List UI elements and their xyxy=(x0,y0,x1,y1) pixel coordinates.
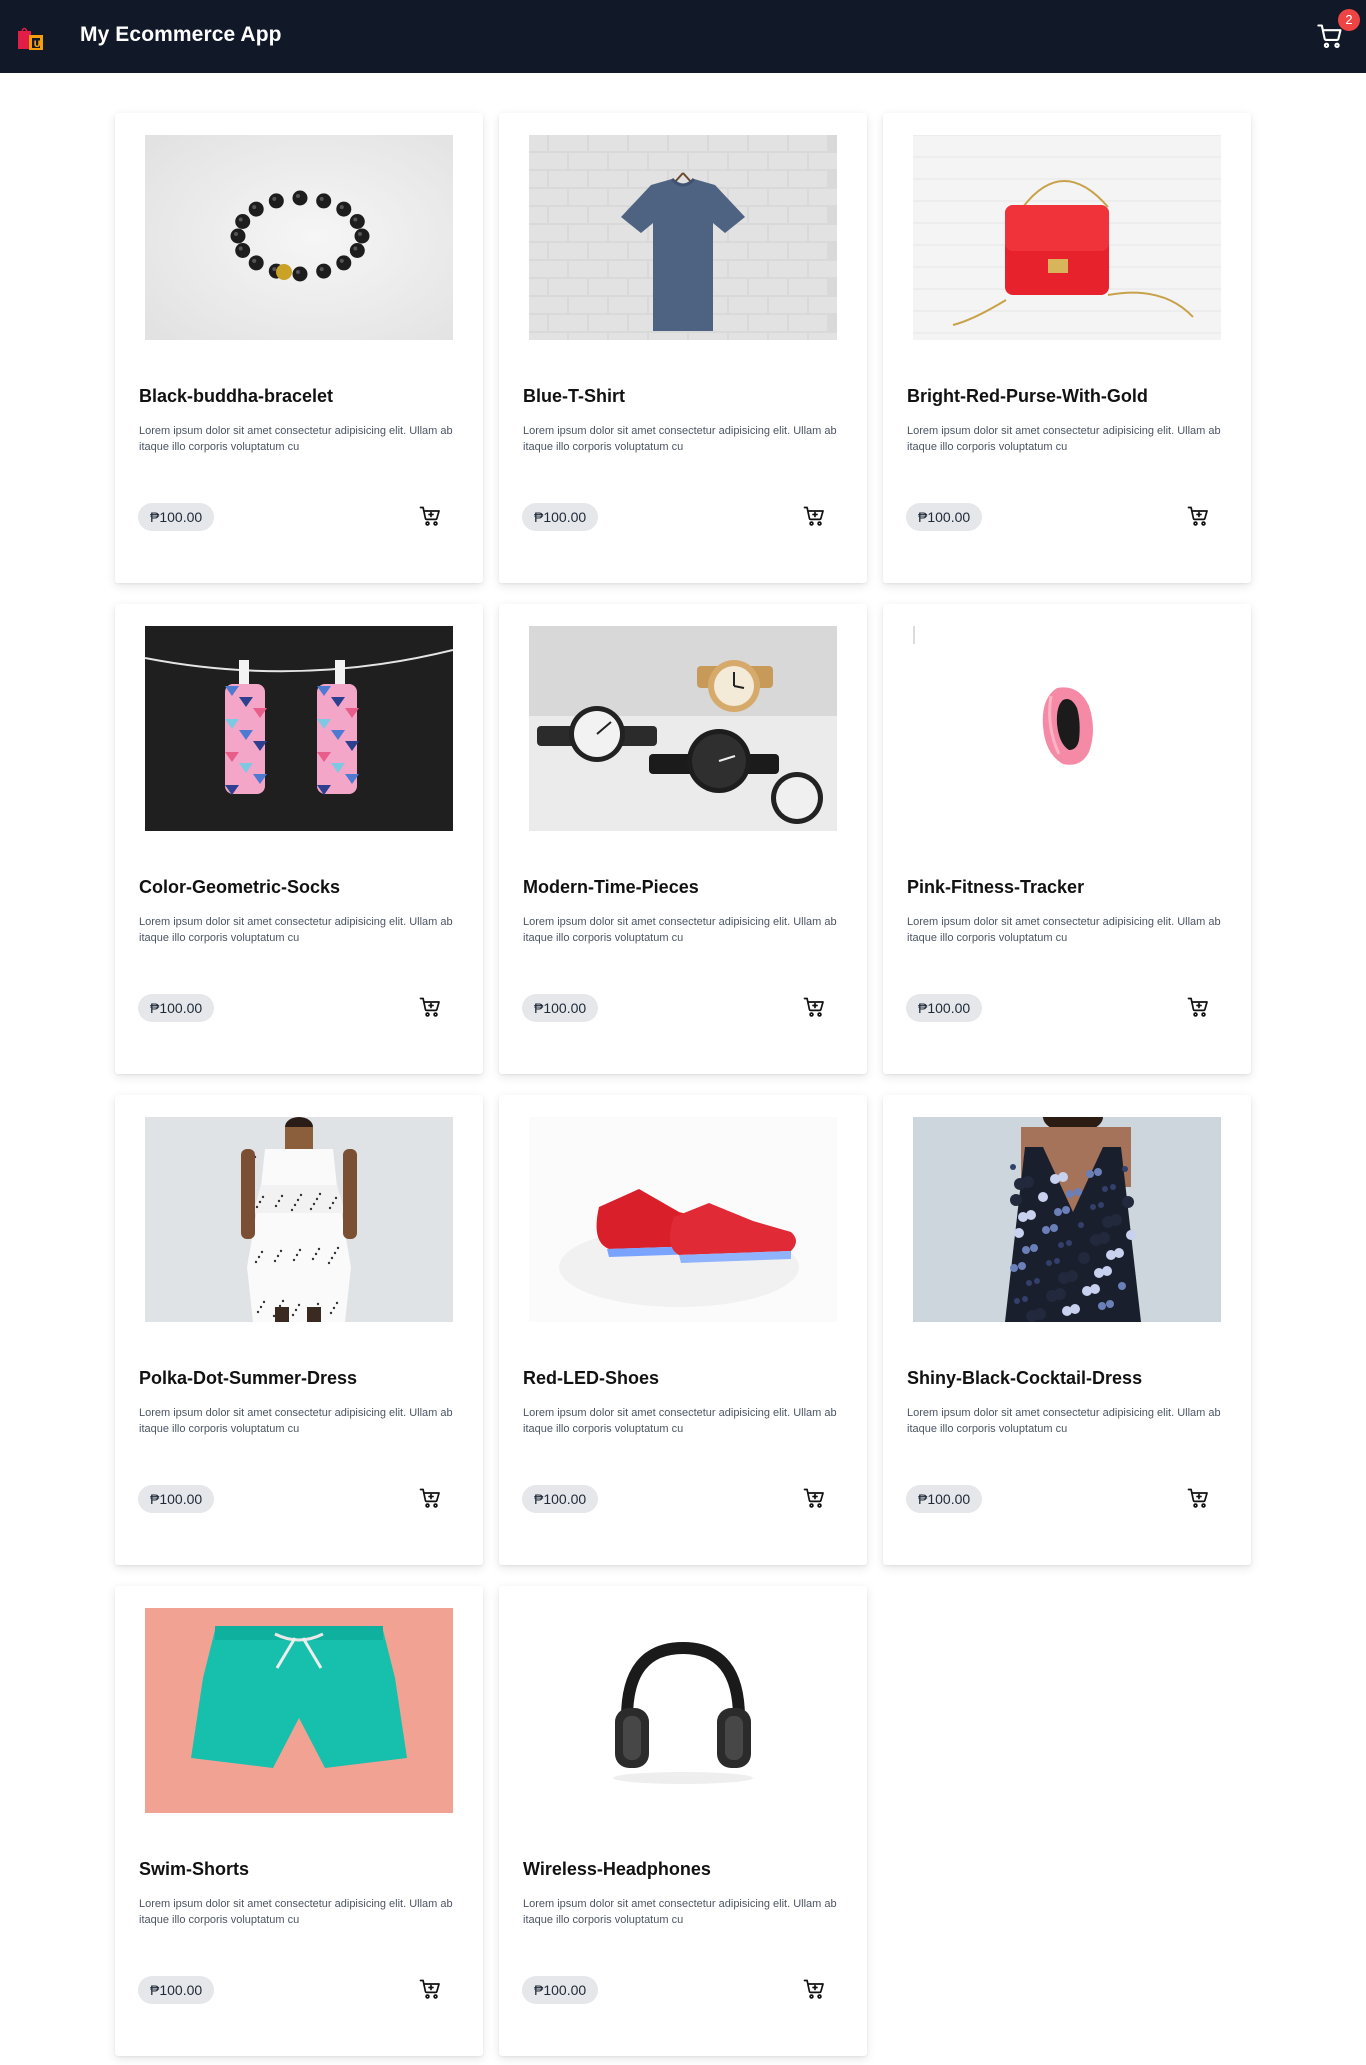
product-name[interactable]: Red-LED-Shoes xyxy=(523,1368,659,1389)
product-name[interactable]: Black-buddha-bracelet xyxy=(139,386,333,407)
product-name[interactable]: Polka-Dot-Summer-Dress xyxy=(139,1368,357,1389)
product-description: Lorem ipsum dolor sit amet consectetur a… xyxy=(139,916,453,944)
price-badge: ₱100.00 xyxy=(138,994,215,1022)
product-card-red-led-shoes[interactable]: Red-LED-Shoes Lorem ipsum dolor sit amet… xyxy=(499,1095,867,1565)
product-description: Lorem ipsum dolor sit amet consectetur a… xyxy=(523,1898,837,1926)
price-badge: ₱100.00 xyxy=(906,994,983,1022)
product-name[interactable]: Color-Geometric-Socks xyxy=(139,877,340,898)
add-to-cart-icon[interactable] xyxy=(802,1486,826,1510)
add-to-cart-icon[interactable] xyxy=(802,995,826,1019)
add-to-cart-icon[interactable] xyxy=(418,504,442,528)
product-card-black-buddha-bracelet[interactable]: Black-buddha-bracelet Lorem ipsum dolor … xyxy=(115,113,483,583)
tshirt-image xyxy=(529,135,837,340)
fitness-tracker-image xyxy=(913,626,1221,831)
product-description: Lorem ipsum dolor sit amet consectetur a… xyxy=(139,1898,453,1926)
product-description: Lorem ipsum dolor sit amet consectetur a… xyxy=(139,425,453,453)
shoes-image xyxy=(529,1117,837,1322)
bracelet-image xyxy=(145,135,453,340)
product-card-polka-dot-summer-dress[interactable]: Polka-Dot-Summer-Dress Lorem ipsum dolor… xyxy=(115,1095,483,1565)
product-card-wireless-headphones[interactable]: Wireless-Headphones Lorem ipsum dolor si… xyxy=(499,1586,867,2056)
product-description: Lorem ipsum dolor sit amet consectetur a… xyxy=(523,916,837,944)
product-name[interactable]: Bright-Red-Purse-With-Gold xyxy=(907,386,1148,407)
add-to-cart-icon[interactable] xyxy=(1186,1486,1210,1510)
product-description: Lorem ipsum dolor sit amet consectetur a… xyxy=(139,1407,453,1435)
dress-image xyxy=(145,1117,453,1322)
product-card-swim-shorts[interactable]: Swim-Shorts Lorem ipsum dolor sit amet c… xyxy=(115,1586,483,2056)
product-grid: Black-buddha-bracelet Lorem ipsum dolor … xyxy=(0,0,1366,2065)
price-badge: ₱100.00 xyxy=(138,1976,215,2004)
add-to-cart-icon[interactable] xyxy=(802,1977,826,2001)
product-card-blue-t-shirt[interactable]: Blue-T-Shirt Lorem ipsum dolor sit amet … xyxy=(499,113,867,583)
socks-image xyxy=(145,626,453,831)
price-badge: ₱100.00 xyxy=(522,994,599,1022)
product-name[interactable]: Swim-Shorts xyxy=(139,1859,249,1880)
add-to-cart-icon[interactable] xyxy=(1186,504,1210,528)
price-badge: ₱100.00 xyxy=(522,1485,599,1513)
product-name[interactable]: Wireless-Headphones xyxy=(523,1859,711,1880)
price-badge: ₱100.00 xyxy=(138,503,215,531)
price-badge: ₱100.00 xyxy=(522,503,599,531)
product-name[interactable]: Shiny-Black-Cocktail-Dress xyxy=(907,1368,1142,1389)
product-card-pink-fitness-tracker[interactable]: Pink-Fitness-Tracker Lorem ipsum dolor s… xyxy=(883,604,1251,1074)
add-to-cart-icon[interactable] xyxy=(802,504,826,528)
swim-shorts-image xyxy=(145,1608,453,1813)
product-card-bright-red-purse-with-gold[interactable]: Bright-Red-Purse-With-Gold Lorem ipsum d… xyxy=(883,113,1251,583)
price-badge: ₱100.00 xyxy=(906,1485,983,1513)
product-card-shiny-black-cocktail-dress[interactable]: Shiny-Black-Cocktail-Dress Lorem ipsum d… xyxy=(883,1095,1251,1565)
product-description: Lorem ipsum dolor sit amet consectetur a… xyxy=(907,425,1221,453)
product-card-color-geometric-socks[interactable]: Color-Geometric-Socks Lorem ipsum dolor … xyxy=(115,604,483,1074)
product-card-modern-time-pieces[interactable]: Modern-Time-Pieces Lorem ipsum dolor sit… xyxy=(499,604,867,1074)
headphones-image xyxy=(529,1608,837,1813)
product-description: Lorem ipsum dolor sit amet consectetur a… xyxy=(907,1407,1221,1435)
product-description: Lorem ipsum dolor sit amet consectetur a… xyxy=(523,425,837,453)
price-badge: ₱100.00 xyxy=(906,503,983,531)
product-name[interactable]: Modern-Time-Pieces xyxy=(523,877,699,898)
purse-image xyxy=(913,135,1221,340)
product-description: Lorem ipsum dolor sit amet consectetur a… xyxy=(523,1407,837,1435)
price-badge: ₱100.00 xyxy=(138,1485,215,1513)
add-to-cart-icon[interactable] xyxy=(418,1977,442,2001)
price-badge: ₱100.00 xyxy=(522,1976,599,2004)
product-description: Lorem ipsum dolor sit amet consectetur a… xyxy=(907,916,1221,944)
cocktail-dress-image xyxy=(913,1117,1221,1322)
product-name[interactable]: Pink-Fitness-Tracker xyxy=(907,877,1084,898)
product-name[interactable]: Blue-T-Shirt xyxy=(523,386,625,407)
add-to-cart-icon[interactable] xyxy=(1186,995,1210,1019)
add-to-cart-icon[interactable] xyxy=(418,995,442,1019)
add-to-cart-icon[interactable] xyxy=(418,1486,442,1510)
watches-image xyxy=(529,626,837,831)
